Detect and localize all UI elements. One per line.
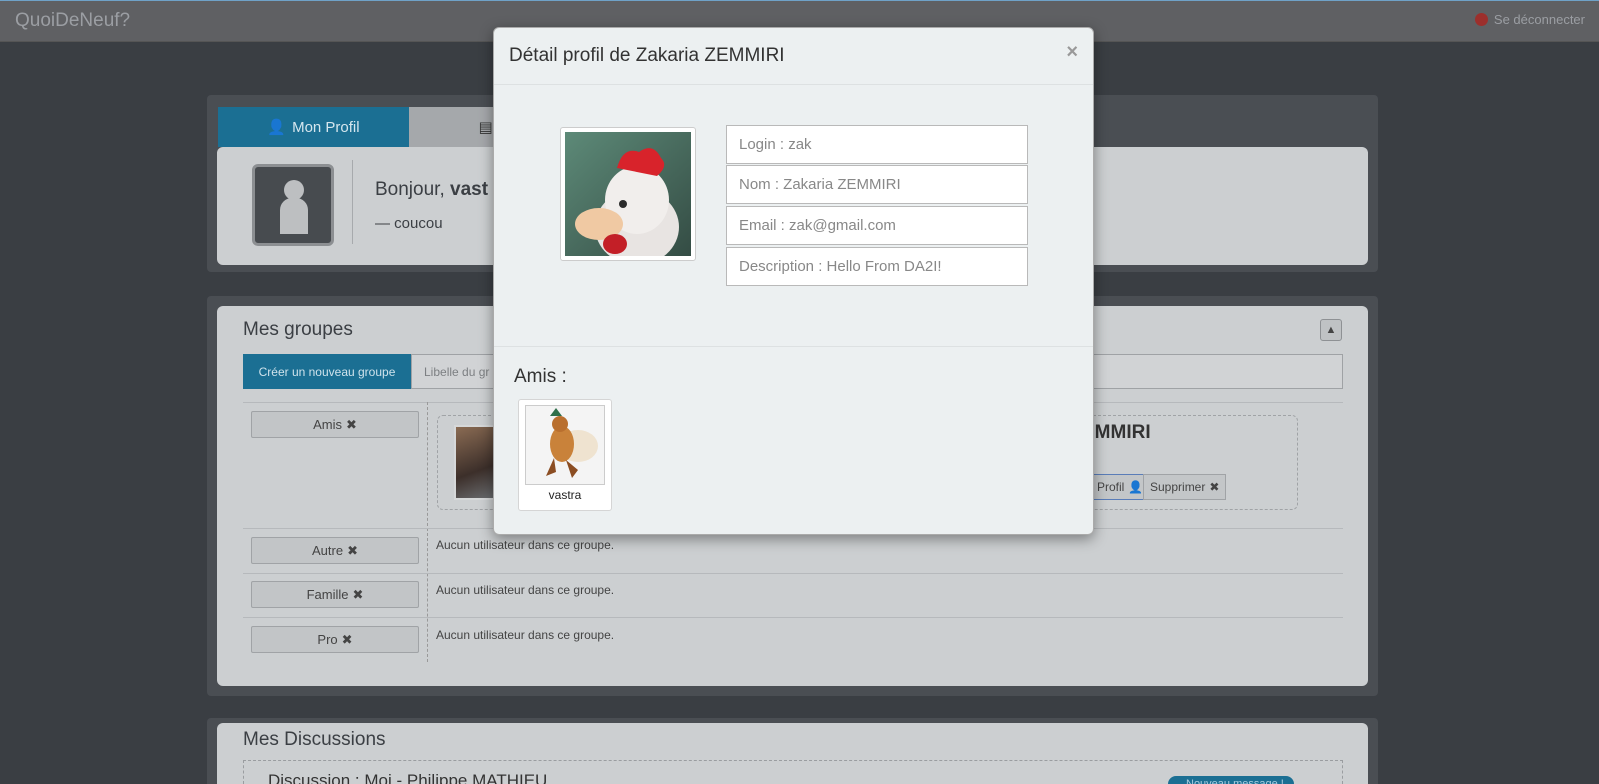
- group-autre[interactable]: Autre ✖: [251, 537, 419, 564]
- group-pro[interactable]: Pro ✖: [251, 626, 419, 653]
- friend-avatar: [525, 405, 605, 485]
- tab-mon-profil[interactable]: 👤 Mon Profil: [218, 107, 409, 147]
- chicken-avatar-image: [565, 132, 691, 256]
- create-group-button[interactable]: Créer un nouveau groupe: [243, 354, 411, 389]
- close-icon: ✖: [347, 542, 358, 558]
- brand-logo[interactable]: QuoiDeNeuf?: [15, 10, 130, 32]
- close-icon: ✖: [341, 631, 353, 647]
- close-icon: ✖: [352, 586, 364, 602]
- modal-title: Détail profil de Zakaria ZEMMIRI: [509, 45, 785, 66]
- close-icon: ✖: [1209, 480, 1220, 494]
- group-amis[interactable]: Amis ✖: [251, 411, 419, 438]
- empty-group-message: Aucun utilisateur dans ce groupe.: [436, 538, 615, 552]
- delete-button[interactable]: Supprimer ✖: [1143, 474, 1227, 500]
- discussion-label[interactable]: Discussion : Moi - Philippe MATHIEU: [268, 771, 547, 784]
- modal-header: Détail profil de Zakaria ZEMMIRI ×: [494, 28, 1093, 85]
- collapse-button[interactable]: ▲: [1320, 319, 1342, 341]
- empty-group-message: Aucun utilisateur dans ce groupe.: [436, 583, 615, 597]
- logout-link[interactable]: Se déconnecter: [1474, 12, 1585, 27]
- groups-title: Mes groupes: [243, 319, 353, 340]
- user-icon: 👤: [267, 119, 287, 136]
- power-icon: [1474, 13, 1488, 26]
- profile-photo: [560, 127, 696, 261]
- discussions-title: Mes Discussions: [243, 729, 386, 750]
- group-famille[interactable]: Famille ✖: [251, 581, 419, 608]
- avatar: [252, 164, 334, 246]
- nom-field[interactable]: Nom : Zakaria ZEMMIRI: [726, 165, 1028, 204]
- friend-thumbnail[interactable]: vastra: [518, 399, 612, 511]
- divider: [352, 160, 353, 244]
- user-icon: 👤: [1128, 480, 1144, 494]
- close-icon[interactable]: ×: [1066, 41, 1078, 64]
- description-field[interactable]: Description : Hello From DA2I!: [726, 247, 1028, 286]
- close-icon: ✖: [345, 416, 357, 432]
- login-field[interactable]: Login : zak: [726, 125, 1028, 164]
- profile-detail-modal: Détail profil de Zakaria ZEMMIRI × Login…: [493, 27, 1094, 535]
- greeting-username: vast: [450, 179, 489, 200]
- new-message-badge: Nouveau message !: [1168, 776, 1294, 784]
- friends-title: Amis :: [514, 366, 567, 387]
- friend-name: vastra: [548, 488, 582, 502]
- profile-quote: — coucou: [375, 215, 443, 232]
- chevron-up-icon: ▲: [1325, 324, 1337, 336]
- profile-button[interactable]: Profil 👤: [1090, 474, 1151, 500]
- logout-label: Se déconnecter: [1493, 12, 1585, 27]
- modal-divider: [494, 346, 1093, 347]
- list-icon: ▤: [478, 119, 493, 136]
- empty-group-message: Aucun utilisateur dans ce groupe.: [436, 628, 615, 642]
- greeting: Bonjour, vast: [375, 179, 489, 200]
- email-field[interactable]: Email : zak@gmail.com: [726, 206, 1028, 245]
